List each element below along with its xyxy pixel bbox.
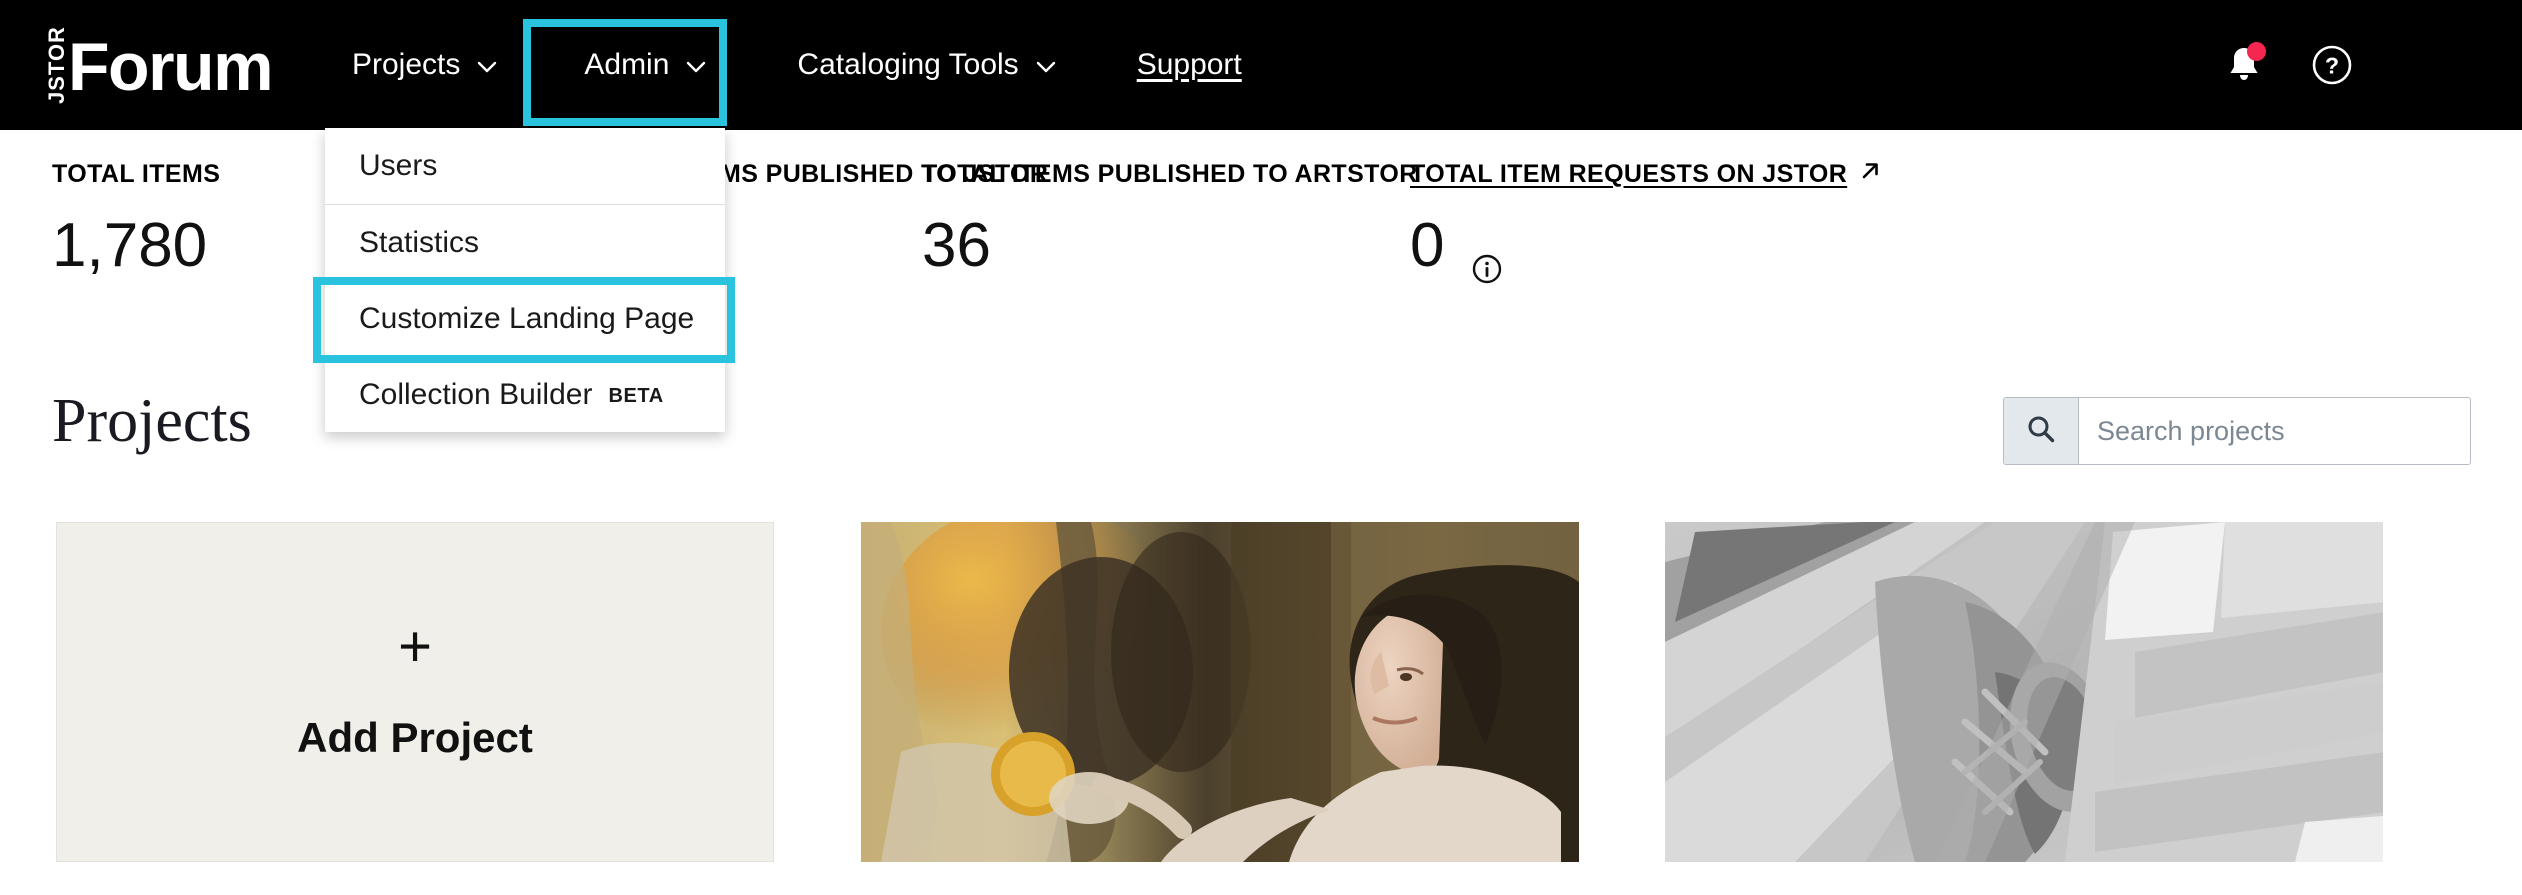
project-card[interactable] (861, 522, 1579, 862)
chevron-down-icon (685, 56, 707, 78)
dropdown-item-collection-builder-label: Collection Builder (359, 377, 593, 411)
notification-badge-dot (2247, 42, 2266, 61)
help-circle-icon[interactable]: ? (2310, 43, 2354, 87)
dropdown-item-collection-builder[interactable]: Collection Builder BETA (325, 356, 725, 432)
add-project-card-inner[interactable]: + Add Project (56, 522, 774, 862)
dropdown-item-statistics[interactable]: Statistics (325, 204, 725, 280)
stat-total-items-label: TOTAL ITEMS (52, 160, 221, 188)
notifications-bell-icon[interactable] (2224, 42, 2266, 87)
project-thumbnail-architecture[interactable] (1665, 522, 2383, 862)
logo-jstor-text: JSTOR (44, 26, 69, 104)
jstor-forum-logo[interactable]: JSTOR Forum (44, 26, 274, 106)
dropdown-item-statistics-label: Statistics (359, 225, 480, 259)
external-link-arrow-icon (1857, 158, 1883, 184)
app-page: JSTOR Forum Projects Admin Cataloging To… (0, 0, 2522, 895)
top-navigation-bar: JSTOR Forum Projects Admin Cataloging To… (0, 0, 2522, 130)
stat-published-to-artstor-label: TOTAL ITEMS PUBLISHED TO ARTSTOR (922, 160, 1418, 188)
dropdown-item-users[interactable]: Users (325, 128, 725, 204)
page-title: Projects (52, 387, 252, 455)
stat-total-items-value: 1,780 (52, 211, 208, 280)
nav-item-projects[interactable]: Projects (330, 0, 520, 130)
chevron-down-icon (1035, 56, 1057, 78)
chevron-down-icon (476, 56, 498, 78)
logo-forum-text: Forum (68, 29, 274, 105)
nav-right-icons: ? (2224, 0, 2354, 130)
plus-icon: + (398, 614, 432, 679)
search-projects-box (2003, 397, 2471, 465)
projects-card-grid: + Add Project (0, 522, 2522, 895)
stat-total-items: TOTAL ITEMS 1,780 (52, 160, 220, 277)
stat-item-requests-value-wrap: 0 (1410, 211, 1883, 284)
search-button[interactable] (2004, 398, 2079, 464)
beta-badge: BETA (608, 385, 664, 407)
search-input[interactable] (2079, 398, 2470, 464)
add-project-card[interactable]: + Add Project (56, 522, 774, 862)
svg-text:?: ? (2325, 53, 2339, 79)
stat-item-requests-link[interactable]: TOTAL ITEM REQUESTS ON JSTOR (1410, 160, 1883, 189)
dropdown-item-customize-landing-page-label: Customize Landing Page (359, 301, 695, 335)
nav-item-support[interactable]: Support (1115, 0, 1264, 130)
nav-item-cataloging-tools[interactable]: Cataloging Tools (775, 0, 1078, 130)
stat-item-requests-value: 0 (1410, 211, 1445, 280)
project-card[interactable] (1665, 522, 2383, 862)
stat-item-requests-on-jstor: TOTAL ITEM REQUESTS ON JSTOR 0 (1410, 160, 1883, 284)
search-icon (2025, 413, 2057, 450)
nav-item-cataloging-tools-label: Cataloging Tools (797, 48, 1019, 81)
nav-item-projects-label: Projects (352, 48, 461, 81)
dropdown-item-users-label: Users (359, 149, 438, 182)
info-circle-icon[interactable] (1470, 235, 1504, 284)
nav-items: Projects Admin Cataloging Tools Support (330, 0, 1264, 130)
admin-dropdown-menu: Users Statistics Customize Landing Page … (325, 128, 725, 432)
nav-item-support-label: Support (1136, 48, 1242, 81)
add-project-label: Add Project (297, 714, 533, 761)
stat-published-to-artstor-value: 36 (922, 211, 991, 280)
stat-published-to-artstor: TOTAL ITEMS PUBLISHED TO ARTSTOR 36 (922, 160, 1418, 277)
stat-item-requests-label: TOTAL ITEM REQUESTS ON JSTOR (1410, 160, 1848, 188)
nav-item-admin[interactable]: Admin (562, 0, 729, 130)
nav-item-admin-label: Admin (584, 48, 670, 81)
dropdown-item-customize-landing-page[interactable]: Customize Landing Page (325, 280, 725, 356)
project-thumbnail-painting[interactable] (861, 522, 1579, 862)
